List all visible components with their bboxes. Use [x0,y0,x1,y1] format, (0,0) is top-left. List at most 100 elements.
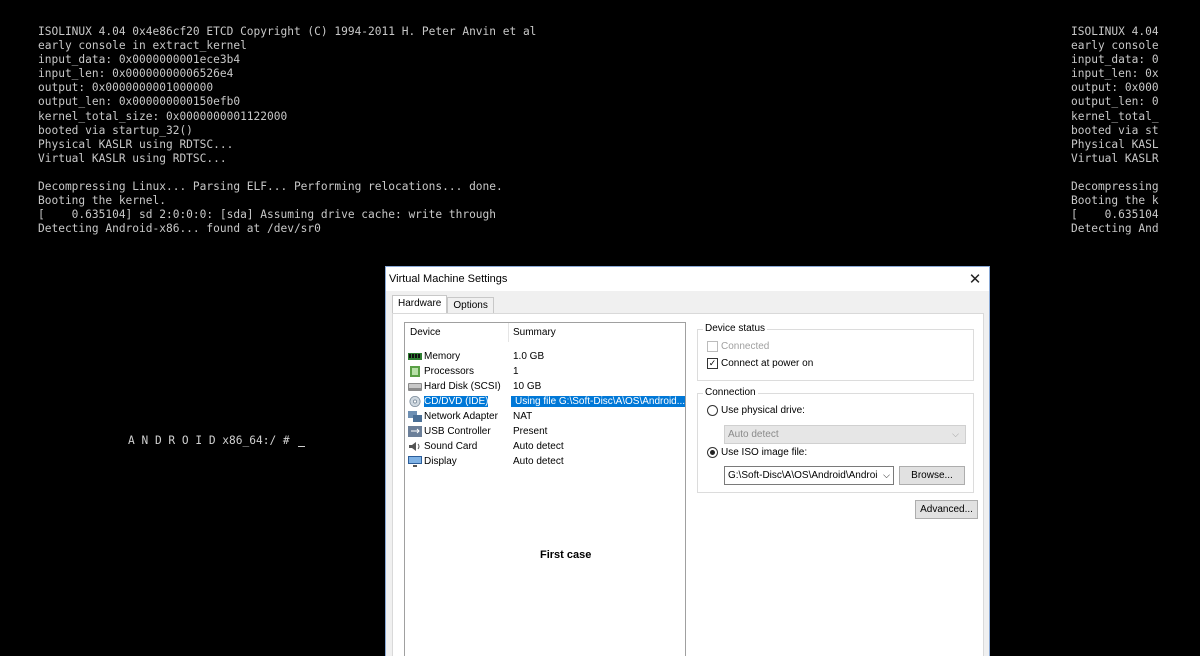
browse-button[interactable]: Browse... [899,466,965,485]
dialog-title: Virtual Machine Settings [389,273,508,285]
display-icon [408,456,422,467]
hard-disk-icon [408,381,422,392]
console-line: output_len: 0x000000000150efb0 [38,95,241,109]
console-line: Detecting Android-x86... found at /dev/s… [38,222,321,236]
use-iso-label: Use ISO image file: [721,447,808,458]
header-summary[interactable]: Summary [509,327,556,338]
advanced-button[interactable]: Advanced... [915,500,978,519]
chevron-down-icon: ⌵ [952,429,959,439]
device-summary: Present [513,426,548,437]
console-line: booted via st [1071,123,1159,137]
cd-dvd-icon [408,396,422,407]
console-line: ISOLINUX 4.04 [1071,25,1159,38]
console-line: Decompressing [1071,180,1159,194]
connected-checkbox-row[interactable]: Connected [707,341,769,352]
device-status-title: Device status [703,323,768,334]
connected-label: Connected [721,341,770,352]
iso-path-combobox[interactable]: G:\Soft-Disc\A\OS\Android\Androic ⌵ [724,466,894,485]
checkmark-icon: ✓ [708,358,717,368]
device-row[interactable]: USB Controller Present [405,424,685,439]
connect-at-power-on-checkbox[interactable]: ✓ [707,358,718,369]
console-line: early console [1071,39,1159,53]
console-line: Virtual KASLR using RDTSC... [38,151,227,165]
device-summary: 10 GB [513,381,542,392]
console-line: output: 0x0000000001000000 [38,81,214,95]
chevron-down-icon: ⌵ [883,470,890,480]
vm-settings-dialog: Virtual Machine Settings ✕ Hardware Opti… [385,266,990,656]
device-name: CD/DVD (IDE) [424,396,489,407]
device-name-cell: Hard Disk (SCSI) [405,381,511,392]
console-line: ISOLINUX 4.04 0x4e86cf20 ETCD Copyright … [38,25,537,38]
list-header: Device Summary [405,323,685,343]
device-name-cell: Processors [405,366,511,377]
console-line: output_len: 0 [1071,95,1159,109]
radio-dot [710,450,715,455]
tab-bar: Hardware Options [392,295,494,313]
device-row[interactable]: Network Adapter NAT [405,409,685,424]
device-name-cell: Network Adapter [405,411,511,422]
device-status-group: Device status Connected ✓ Connect at pow… [697,323,974,381]
use-iso-row[interactable]: Use ISO image file: [707,447,807,458]
connect-at-power-on-row[interactable]: ✓ Connect at power on [707,358,813,369]
device-name: Hard Disk (SCSI) [424,381,501,392]
physical-drive-value: Auto detect [728,429,779,440]
console-output-right: ISOLINUX 4.04 early console input_data: 0i… [1071,25,1164,236]
use-physical-drive-label: Use physical drive: [721,405,805,416]
hardware-panel: Device Summary Memory 1.0 GB Processors 1 Ha… [392,313,984,656]
device-row[interactable]: CD/DVD (IDE) Using file G:\Soft-Disc\A\OS… [405,394,685,409]
console-line: booted via startup_32() [38,123,193,137]
text-cursor [298,436,306,447]
device-summary: Auto detect [513,441,564,452]
console-line: Booting the k [1071,194,1159,208]
device-row[interactable]: Memory 1.0 GB [405,349,685,364]
header-device[interactable]: Device [405,323,509,342]
console-line: kernel_total_size: 0x0000000001122000 [38,109,288,123]
console-line: Virtual KASLR [1071,151,1159,165]
device-name: Network Adapter [424,411,498,422]
console-line: input_len: 0x00000000006526e4 [38,67,234,81]
physical-drive-select[interactable]: Auto detect ⌵ [724,425,966,444]
device-name-cell: Display [405,456,511,467]
device-name: Sound Card [424,441,478,452]
device-summary: 1 [513,366,519,377]
device-name: Memory [424,351,461,362]
close-icon: ✕ [968,271,982,288]
connection-group: Connection Use physical drive: Auto dete… [697,387,974,493]
connection-title: Connection [703,387,758,398]
device-row[interactable]: Sound Card Auto detect [405,439,685,454]
console-line: Decompressing Linux... Parsing ELF... Pe… [38,180,503,194]
console-line: input_len: 0x [1071,67,1159,81]
use-physical-drive-radio[interactable] [707,405,718,416]
device-summary: NAT [513,411,533,422]
console-line: [ 0.635104 [1071,208,1159,222]
console-line: [ 0.635104] sd 2:0:0:0: [sda] Assuming d… [38,208,497,222]
console-line: output: 0x000 [1071,81,1159,95]
prompt-text: A N D R O I D x86_64:/ # [128,434,290,447]
connect-at-power-on-label: Connect at power on [721,358,814,369]
console-line: kernel_total_ [1071,109,1159,123]
tab-hardware[interactable]: Hardware [392,295,448,313]
android-shell-prompt[interactable]: A N D R O I D x86_64:/ # [128,434,306,447]
device-summary: Using file G:\Soft-Disc\A\OS\Android... [511,396,685,407]
console-line: Detecting And [1071,222,1159,236]
memory-icon [408,351,422,362]
device-row[interactable]: Hard Disk (SCSI) 10 GB [405,379,685,394]
connected-checkbox[interactable] [707,341,718,352]
device-row[interactable]: Processors 1 [405,364,685,379]
tab-options[interactable]: Options [447,297,494,313]
use-physical-drive-row[interactable]: Use physical drive: [707,405,805,416]
device-name: Processors [424,366,475,377]
console-line: input_data: 0 [1071,53,1159,67]
device-name-cell: CD/DVD (IDE) [405,396,511,407]
device-name: USB Controller [424,426,491,437]
console-line: Physical KASLR using RDTSC... [38,137,234,151]
processor-icon [408,366,422,377]
close-button[interactable]: ✕ [961,267,989,291]
device-name-cell: USB Controller [405,426,511,437]
device-name-cell: Memory [405,351,511,362]
dialog-titlebar[interactable]: Virtual Machine Settings ✕ [386,267,989,291]
device-row[interactable]: Display Auto detect [405,454,685,469]
use-iso-radio[interactable] [707,447,718,458]
